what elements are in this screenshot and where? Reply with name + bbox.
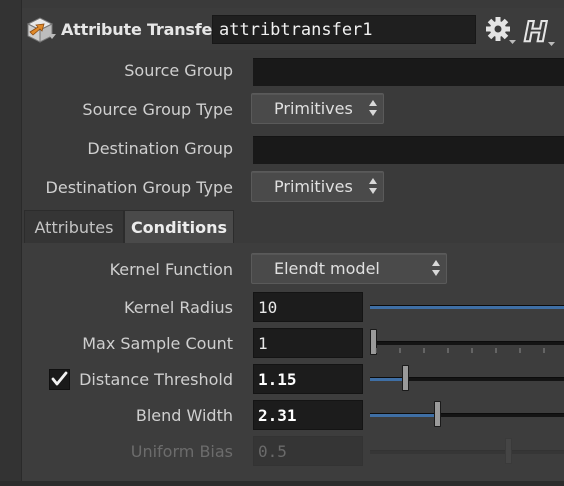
slider-ticks	[375, 348, 545, 353]
node-type-label: Attribute Transfer	[61, 20, 220, 39]
slider-fill	[370, 378, 403, 381]
blend-width-label: Blend Width	[135, 406, 233, 425]
destination-group-type-menu[interactable]: Primitives	[251, 171, 384, 202]
tab-attributes[interactable]: Attributes	[24, 210, 124, 243]
destination-group-field[interactable]	[253, 136, 564, 164]
distance-threshold-label: Distance Threshold	[79, 370, 233, 389]
source-group-label: Source Group	[124, 61, 233, 80]
distance-threshold-input[interactable]: 1.15	[253, 364, 363, 394]
blend-width-slider[interactable]	[370, 401, 564, 427]
max-sample-count-slider[interactable]	[370, 329, 564, 355]
tab-conditions[interactable]: Conditions	[124, 210, 234, 243]
uniform-bias-label: Uniform Bias	[130, 442, 233, 461]
menu-arrows-icon	[369, 99, 377, 117]
kernel-function-menu[interactable]: Elendt model	[251, 253, 447, 284]
source-group-field[interactable]	[253, 58, 564, 86]
gear-icon[interactable]	[483, 14, 517, 46]
slider-fill	[370, 414, 436, 417]
bottom-strip	[0, 481, 564, 486]
source-group-type-value: Primitives	[274, 99, 353, 118]
uniform-bias-slider	[370, 438, 564, 464]
kernel-radius-input[interactable]: 10	[253, 292, 363, 322]
uniform-bias-input: 0.5	[253, 436, 363, 466]
menu-arrows-icon	[432, 259, 440, 277]
kernel-radius-label: Kernel Radius	[124, 298, 233, 317]
slider-handle[interactable]	[434, 401, 441, 427]
parameter-header: Attribute Transfer attribtransfer1 H	[22, 8, 564, 50]
node-name-input[interactable]: attribtransfer1	[212, 15, 476, 44]
max-sample-count-label: Max Sample Count	[82, 334, 233, 353]
menu-arrows-icon	[369, 177, 377, 195]
slider-handle	[505, 438, 512, 464]
distance-threshold-slider[interactable]	[370, 365, 564, 391]
destination-group-label: Destination Group	[87, 139, 233, 158]
left-gutter	[0, 0, 22, 486]
source-group-type-menu[interactable]: Primitives	[251, 93, 384, 124]
destination-group-type-label: Destination Group Type	[45, 178, 233, 197]
kernel-function-value: Elendt model	[274, 259, 380, 278]
houdini-help-icon[interactable]: H	[520, 14, 556, 49]
max-sample-count-input[interactable]: 1	[253, 328, 363, 358]
slider-handle[interactable]	[402, 365, 409, 391]
kernel-function-label: Kernel Function	[109, 260, 233, 279]
svg-text:H: H	[524, 15, 547, 48]
kernel-radius-slider[interactable]	[370, 305, 564, 309]
attribute-transfer-node-icon	[26, 15, 58, 45]
blend-width-input[interactable]: 2.31	[253, 400, 363, 430]
destination-group-type-value: Primitives	[274, 177, 353, 196]
source-group-type-label: Source Group Type	[82, 100, 233, 119]
distance-threshold-checkbox[interactable]	[49, 369, 70, 390]
slider-fill	[370, 306, 564, 309]
checkmark-icon	[51, 371, 68, 386]
